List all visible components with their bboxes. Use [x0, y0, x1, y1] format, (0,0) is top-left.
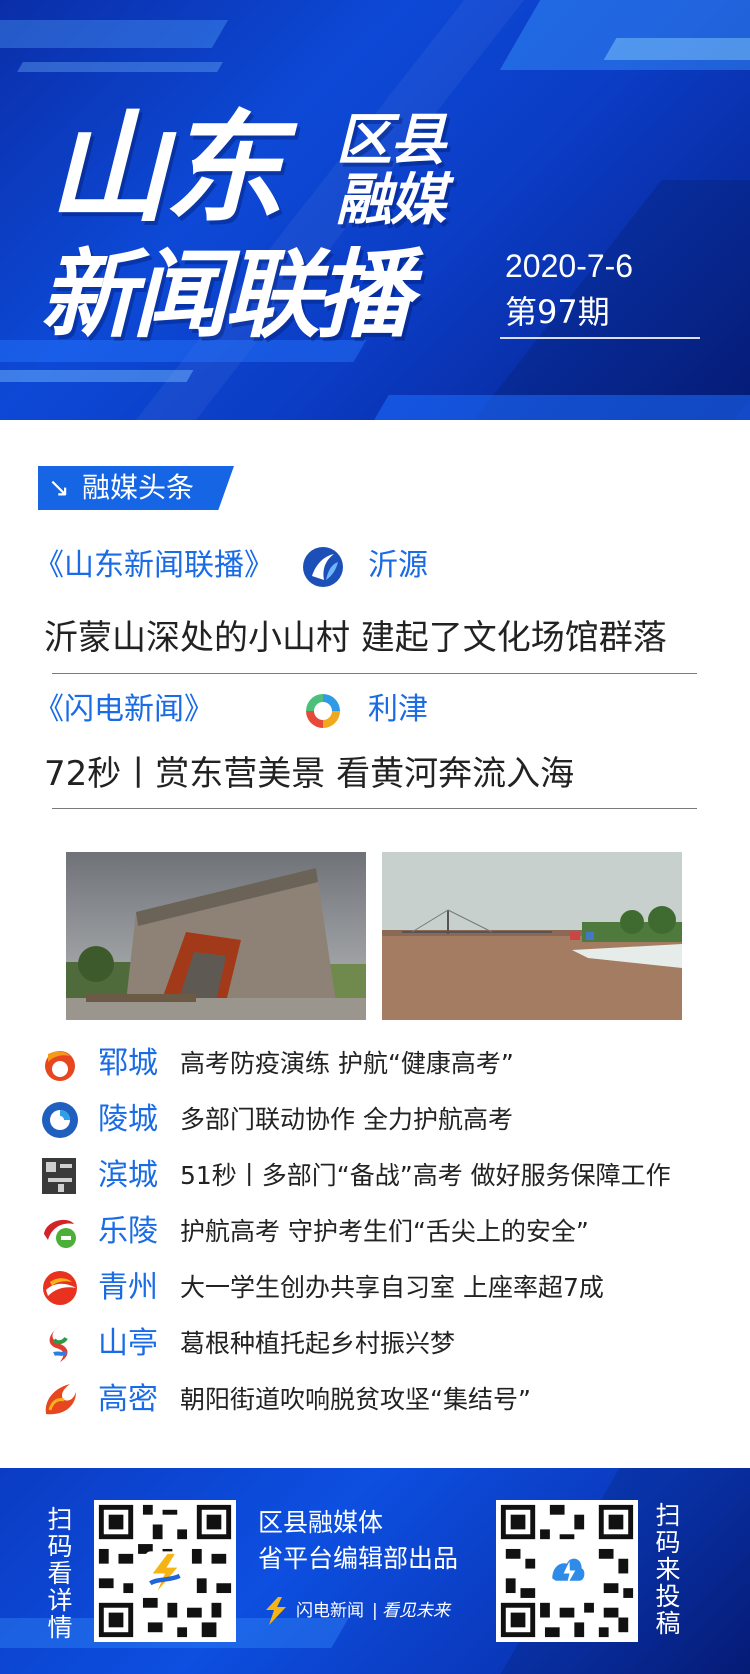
shanting-logo-icon: [49, 1326, 68, 1362]
list-item[interactable]: 高密 朝阳街道吹响脱贫攻坚“集结号”: [36, 1378, 736, 1422]
yiyuan-logo-icon: [303, 547, 343, 587]
county-news: 大一学生创办共享自习室 上座率超7成: [180, 1273, 604, 1302]
submission-qr-code[interactable]: [496, 1500, 638, 1642]
place-2: 利津: [368, 692, 428, 727]
county-name: 山亭: [98, 1326, 158, 1361]
yellow-river-photo[interactable]: [382, 852, 682, 1020]
arrow-down-right-icon: ↘: [48, 473, 70, 503]
county-news: 51秒丨多部门“备战”高考 做好服务保障工作: [180, 1161, 671, 1190]
list-item[interactable]: 乐陵 护航高考 守护考生们“舌尖上的安全”: [36, 1210, 736, 1254]
program-name-2: 《闪电新闻》: [34, 692, 214, 727]
museum-photo[interactable]: [66, 852, 366, 1020]
section-tag: ↘ 融媒头条: [38, 466, 234, 510]
title-rongmei: 融媒: [336, 168, 446, 233]
lingcheng-logo-icon: [42, 1102, 78, 1138]
list-item[interactable]: 滨城 51秒丨多部门“备战”高考 做好服务保障工作: [36, 1154, 736, 1198]
county-name: 乐陵: [98, 1214, 158, 1249]
county-name: 滨城: [98, 1158, 158, 1193]
scan-to-submit-label: 扫码来投稿: [655, 1501, 681, 1638]
county-name: 陵城: [98, 1102, 158, 1137]
laoling-tv-logo-icon: [44, 1219, 76, 1248]
headline-1[interactable]: 沂蒙山深处的小山村 建起了文化场馆群落: [44, 616, 667, 660]
list-item[interactable]: 青州 大一学生创办共享自习室 上座率超7成: [36, 1266, 736, 1310]
brand-slogan: 看见未来: [382, 1601, 450, 1621]
county-news: 护航高考 守护考生们“舌尖上的安全”: [180, 1217, 589, 1246]
issue-number: 第97期: [505, 293, 610, 331]
gaomi-phoenix-icon: [45, 1384, 76, 1415]
list-item[interactable]: 山亭 葛根种植托起乡村振兴梦: [36, 1322, 736, 1366]
details-qr-code[interactable]: [94, 1500, 236, 1642]
divider-2: [52, 808, 697, 809]
shandian-swirl-icon: [304, 692, 342, 730]
county-news: 多部门联动协作 全力护航高考: [180, 1105, 513, 1134]
scan-for-details-label: 扫码看详情: [47, 1505, 73, 1642]
brand-name: 闪电新闻: [296, 1601, 364, 1621]
section-label: 融媒头条: [82, 471, 195, 504]
brand-separator: |: [372, 1601, 378, 1621]
place-1: 沂源: [368, 548, 428, 583]
list-item[interactable]: 郓城 高考防疫演练 护航“健康高考”: [36, 1042, 736, 1086]
header-banner: 山东 区县 融媒 新闻联播 2020-7-6 第97期: [0, 0, 750, 420]
issue-date: 2020-7-6: [505, 248, 634, 284]
county-name: 郓城: [98, 1046, 158, 1081]
bincheng-seal-icon: [42, 1158, 76, 1194]
page: 山东 区县 融媒 新闻联播 2020-7-6 第97期 ↘ 融媒头条 《山东新闻…: [0, 0, 750, 1674]
program-name-1: 《山东新闻联播》: [34, 548, 274, 583]
title-xinwenlianbo: 新闻联播: [40, 239, 412, 351]
headline-2[interactable]: 72秒丨赏东营美景 看黄河奔流入海: [44, 752, 574, 796]
list-item[interactable]: 陵城 多部门联动协作 全力护航高考: [36, 1098, 736, 1142]
county-news: 高考防疫演练 护航“健康高考”: [180, 1049, 514, 1078]
county-news: 朝阳街道吹响脱贫攻坚“集结号”: [180, 1385, 531, 1414]
footer-line-2: 省平台编辑部出品: [258, 1544, 459, 1573]
yuncheng-logo-icon: [45, 1051, 75, 1081]
county-news: 葛根种植托起乡村振兴梦: [180, 1329, 456, 1358]
title-shandong: 山东: [48, 100, 284, 239]
divider-1: [52, 673, 697, 674]
title-quxian: 区县: [336, 108, 446, 173]
qingzhou-logo-icon: [43, 1271, 77, 1305]
footer: 扫码看详情 区县融媒体 省平台编辑部出品 闪电新闻 | 看见未来 扫码来投稿: [0, 1468, 750, 1674]
county-name: 高密: [98, 1382, 158, 1417]
lightning-logo-icon: [266, 1597, 286, 1625]
issue-underline: [500, 337, 700, 339]
county-name: 青州: [98, 1270, 158, 1305]
footer-line-1: 区县融媒体: [258, 1508, 384, 1537]
